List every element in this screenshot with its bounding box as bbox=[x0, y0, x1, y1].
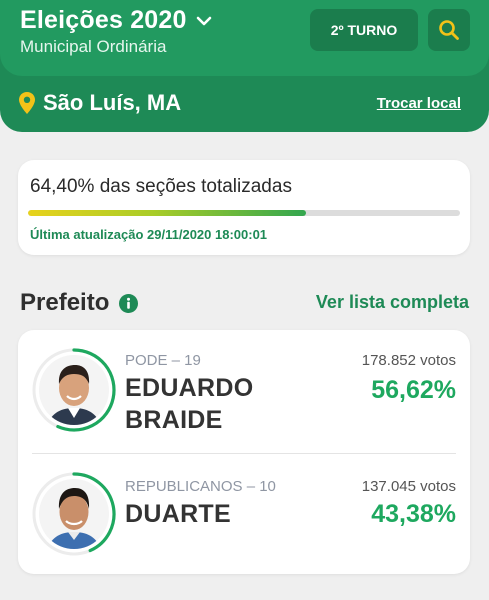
avatar bbox=[32, 472, 116, 556]
totalization-card: 64,40% das seções totalizadas Última atu… bbox=[18, 160, 470, 255]
location-pin-icon bbox=[19, 92, 35, 114]
candidate-row[interactable]: PODE – 19 EDUARDO BRAIDE 178.852 votos 5… bbox=[18, 330, 470, 452]
turno-button[interactable]: 2º TURNO bbox=[310, 9, 418, 51]
candidate-party: PODE – 19 bbox=[125, 352, 201, 369]
section-header: Prefeito bbox=[20, 289, 139, 317]
candidate-percent: 43,38% bbox=[371, 500, 456, 528]
change-location-link[interactable]: Trocar local bbox=[377, 95, 461, 112]
section-title: Prefeito bbox=[20, 289, 110, 316]
search-button[interactable] bbox=[428, 9, 470, 51]
chevron-down-icon bbox=[196, 16, 211, 25]
candidate-votes: 137.045 votos bbox=[361, 478, 456, 495]
search-icon bbox=[439, 20, 459, 40]
candidate-party: REPUBLICANOS – 10 bbox=[125, 478, 276, 495]
election-title: Eleições 2020 bbox=[20, 6, 187, 34]
candidate-name: DUARTE bbox=[125, 498, 231, 530]
totalization-title: 64,40% das seções totalizadas bbox=[30, 176, 292, 197]
last-update: Última atualização 29/11/2020 18:00:01 bbox=[30, 227, 268, 242]
election-subtitle: Municipal Ordinária bbox=[20, 37, 167, 56]
election-selector[interactable]: Eleições 2020 bbox=[20, 6, 213, 35]
location: São Luís, MA bbox=[18, 90, 181, 116]
location-name: São Luís, MA bbox=[43, 90, 182, 115]
candidate-percent: 56,62% bbox=[371, 376, 456, 404]
candidates-card: PODE – 19 EDUARDO BRAIDE 178.852 votos 5… bbox=[18, 330, 470, 574]
info-icon[interactable] bbox=[119, 293, 139, 313]
candidate-name-line1: EDUARDO bbox=[125, 374, 254, 402]
candidate-name-line1: DUARTE bbox=[125, 500, 231, 528]
header: Eleições 2020 Municipal Ordinária 2º TUR… bbox=[0, 0, 489, 132]
progress-bar bbox=[28, 210, 460, 216]
candidate-name-line2: BRAIDE bbox=[125, 406, 223, 434]
candidate-name: EDUARDO BRAIDE bbox=[125, 372, 254, 436]
candidate-votes: 178.852 votos bbox=[361, 352, 456, 369]
candidate-row[interactable]: REPUBLICANOS – 10 DUARTE 137.045 votos 4… bbox=[18, 454, 470, 576]
full-list-link[interactable]: Ver lista completa bbox=[316, 292, 469, 313]
avatar bbox=[32, 348, 116, 432]
progress-fill bbox=[28, 210, 307, 216]
